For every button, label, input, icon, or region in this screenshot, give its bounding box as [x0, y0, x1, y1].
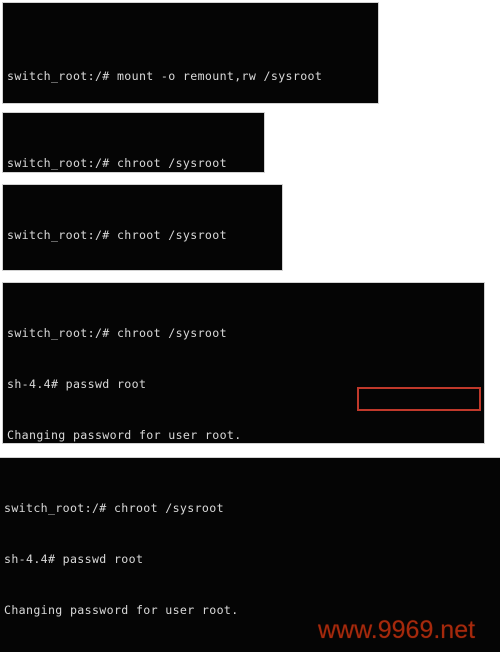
terminal-line: switch_root:/# chroot /sysroot — [7, 228, 227, 242]
terminal-line: switch_root:/# chroot /sysroot — [7, 326, 227, 340]
screenshot-canvas: switch_root:/# mount -o remount,rw /sysr… — [0, 0, 500, 652]
site-watermark: www.9969.net — [318, 616, 476, 644]
terminal-line: switch_root:/# chroot /sysroot — [7, 156, 227, 170]
terminal-block-1[interactable]: switch_root:/# mount -o remount,rw /sysr… — [3, 3, 378, 103]
terminal-block-2[interactable]: switch_root:/# chroot /sysroot sh-4.4# — [3, 113, 264, 172]
terminal-line: switch_root:/# mount -o remount,rw /sysr… — [7, 69, 323, 83]
terminal-line: sh-4.4# passwd root — [7, 377, 147, 391]
terminal-line: Changing password for user root. — [7, 428, 242, 442]
terminal-block-3[interactable]: switch_root:/# chroot /sysroot sh-4.4# p… — [3, 185, 282, 270]
terminal-block-4[interactable]: switch_root:/# chroot /sysroot sh-4.4# p… — [3, 283, 484, 443]
terminal-line: sh-4.4# passwd root — [4, 552, 144, 566]
terminal-line: switch_root:/# chroot /sysroot — [4, 501, 224, 515]
